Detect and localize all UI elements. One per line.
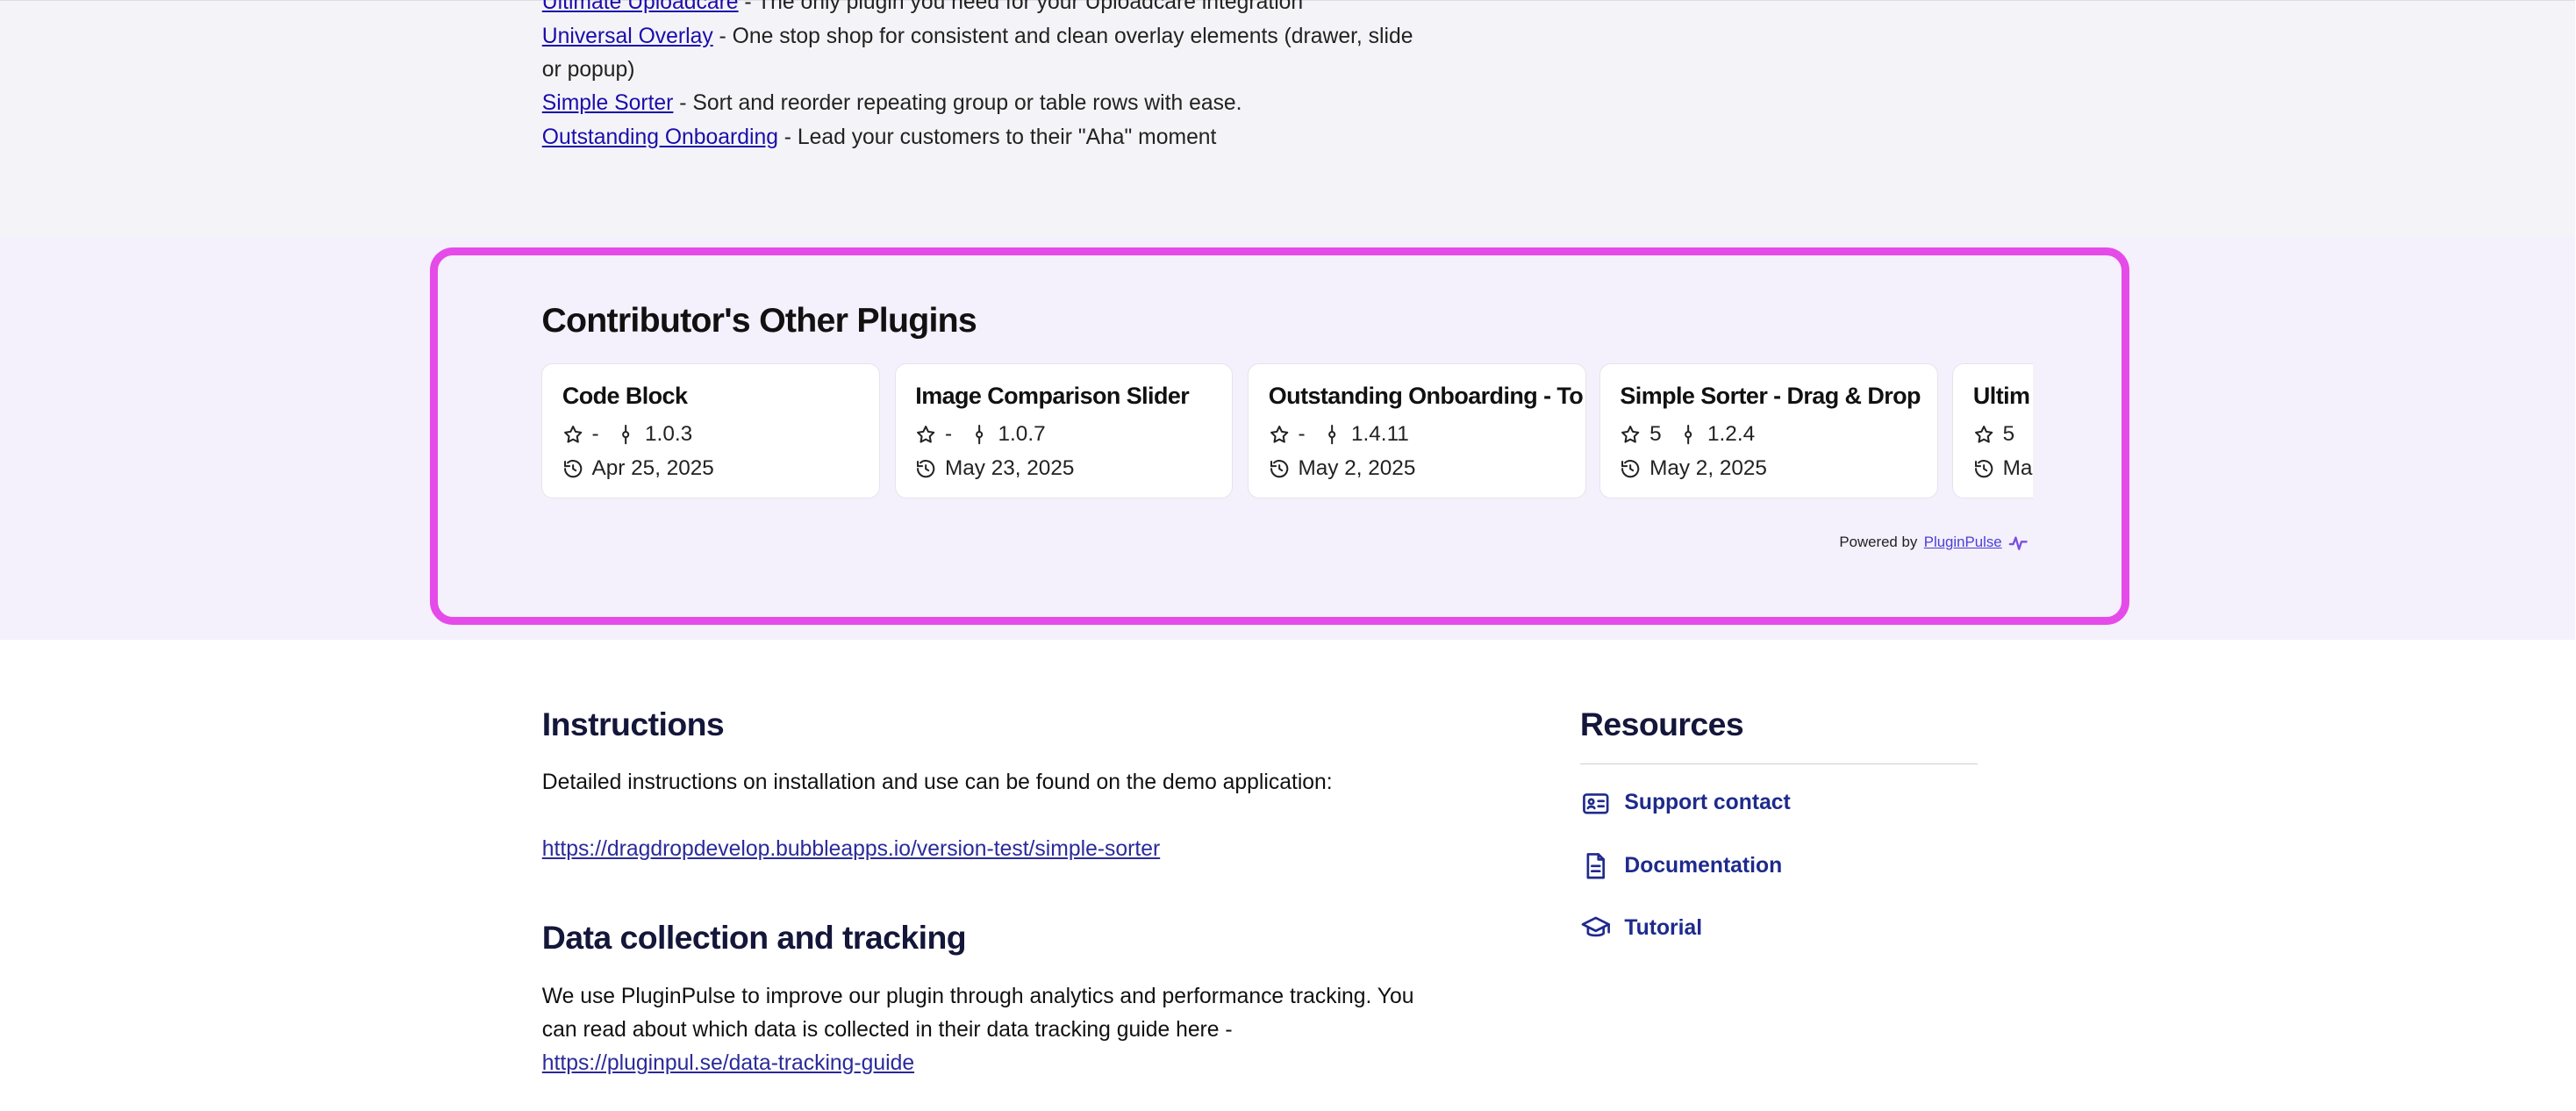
plugin-card-rating: 5 xyxy=(1649,421,1662,446)
plugin-link-outstanding-onboarding[interactable]: Outstanding Onboarding xyxy=(542,125,778,149)
details-section: Instructions Detailed instructions on in… xyxy=(0,640,2576,1111)
documentation-label: Documentation xyxy=(1624,853,1783,878)
plugin-desc: - Lead your customers to their "Aha" mom… xyxy=(777,125,1217,149)
main-content: Instructions Detailed instructions on in… xyxy=(542,706,1437,1081)
plugin-card-stats: - 1.0.7 xyxy=(915,417,1213,451)
version-icon xyxy=(975,424,984,445)
plugin-link-simple-sorter[interactable]: Simple Sorter xyxy=(542,91,674,115)
plugin-card-updated: Apr 25, 2025 xyxy=(562,452,860,486)
document-icon xyxy=(1586,852,1605,879)
plugin-list-item: Universal Overlay - One stop shop for co… xyxy=(542,20,1429,88)
star-icon xyxy=(1621,425,1640,443)
powered-by: Powered by PluginPulse xyxy=(1839,533,2028,552)
star-icon xyxy=(1974,425,1993,443)
resources-panel: Resources Support contact Documentation … xyxy=(1579,706,1978,959)
plugin-card[interactable]: Code Block - 1.0.3 Apr 25, 2025 xyxy=(541,363,880,498)
plugin-link-universal-overlay[interactable]: Universal Overlay xyxy=(542,25,713,48)
plugin-card[interactable]: Outstanding Onboarding - To - 1.4.11 May… xyxy=(1248,363,1586,498)
other-plugins-title: Contributor's Other Plugins xyxy=(541,301,977,340)
other-plugins-section: Contributor's Other Plugins Code Block -… xyxy=(0,235,2576,641)
history-icon xyxy=(1270,460,1289,478)
plugin-card-rating: 5 xyxy=(2002,421,2015,446)
plugin-card-date: Ma xyxy=(2002,456,2033,481)
version-icon xyxy=(622,424,630,445)
plugin-card-updated: May 2, 2025 xyxy=(1269,452,1566,486)
plugin-desc: - Sort and reorder repeating group or ta… xyxy=(673,91,1242,116)
history-icon xyxy=(1621,460,1640,478)
plugin-card-date: Apr 25, 2025 xyxy=(591,456,714,481)
history-icon xyxy=(1974,460,1993,478)
plugin-card-version: 1.4.11 xyxy=(1350,421,1409,446)
support-contact-label: Support contact xyxy=(1624,791,1791,815)
plugin-card[interactable]: Simple Sorter - Drag & Drop 5 1.2.4 May … xyxy=(1599,363,1938,498)
plugin-card[interactable]: Image Comparison Slider - 1.0.7 May 23, … xyxy=(894,363,1234,498)
plugin-card-rating: - xyxy=(591,421,599,446)
resources-heading: Resources xyxy=(1579,706,1978,764)
version-icon xyxy=(1685,424,1692,445)
plugin-list-section: Ultimate Uploadcare - The only plugin yo… xyxy=(0,0,2576,236)
plugin-card-updated: May 2, 2025 xyxy=(1620,452,1917,486)
plugin-card-date: May 23, 2025 xyxy=(944,456,1075,481)
plugin-card-date: May 2, 2025 xyxy=(1649,456,1767,481)
plugin-link-ultimate-uploadcare[interactable]: Ultimate Uploadcare xyxy=(542,0,739,14)
plugin-card-version: 1.2.4 xyxy=(1707,421,1756,446)
plugin-card-stats: 5 xyxy=(1973,417,2033,451)
plugin-list-item: Simple Sorter - Sort and reorder repeati… xyxy=(542,87,1429,120)
plugin-list: Ultimate Uploadcare - The only plugin yo… xyxy=(542,0,1429,154)
plugin-card-name: Code Block xyxy=(562,382,688,409)
version-icon xyxy=(1328,424,1336,445)
graduation-cap-icon xyxy=(1581,916,1610,937)
demo-app-link[interactable]: https://dragdropdevelop.bubbleapps.io/ve… xyxy=(542,837,1160,861)
plugin-card-version: 1.0.3 xyxy=(645,421,693,446)
plugin-list-item: Outstanding Onboarding - Lead your custo… xyxy=(542,121,1429,154)
other-plugins-widget: Contributor's Other Plugins Code Block -… xyxy=(430,247,2130,625)
pulse-icon xyxy=(2008,536,2028,551)
history-icon xyxy=(563,460,583,478)
plugin-card-name: Outstanding Onboarding - To xyxy=(1268,382,1584,409)
plugin-card-rating: - xyxy=(1298,421,1306,446)
data-collection-text: We use PluginPulse to improve our plugin… xyxy=(542,980,1437,1081)
data-collection-heading: Data collection and tracking xyxy=(541,919,967,957)
contact-card-icon xyxy=(1582,792,1609,814)
plugin-card-name: Ultim xyxy=(1972,382,2030,409)
support-contact-link[interactable]: Support contact xyxy=(1580,772,1978,835)
pluginpulse-link[interactable]: PluginPulse xyxy=(1924,534,2002,551)
tutorial-link[interactable]: Tutorial xyxy=(1580,897,1978,959)
plugin-card-stats: 5 1.2.4 xyxy=(1620,417,1917,451)
plugin-card-name: Image Comparison Slider xyxy=(915,382,1190,409)
plugin-card-name: Simple Sorter - Drag & Drop xyxy=(1620,382,1921,409)
plugin-cards-carousel[interactable]: Code Block - 1.0.3 Apr 25, 2025 Image Co… xyxy=(541,363,2034,505)
instructions-heading: Instructions xyxy=(541,706,725,743)
documentation-link[interactable]: Documentation xyxy=(1580,835,1978,897)
plugin-card-stats: - 1.4.11 xyxy=(1269,417,1566,451)
powered-by-label: Powered by xyxy=(1839,534,1918,551)
star-icon xyxy=(1270,425,1289,443)
plugin-card-rating: - xyxy=(944,421,953,446)
star-icon xyxy=(917,425,935,443)
plugin-card-updated: May 23, 2025 xyxy=(915,452,1213,486)
tutorial-label: Tutorial xyxy=(1624,915,1703,940)
history-icon xyxy=(917,460,935,478)
star-icon xyxy=(563,425,583,443)
data-collection-body: We use PluginPulse to improve our plugin… xyxy=(541,984,1414,1042)
plugin-card-stats: - 1.0.3 xyxy=(562,417,860,451)
plugin-card[interactable]: Ultim 5 Ma xyxy=(1952,363,2034,498)
plugin-card-date: May 2, 2025 xyxy=(1298,456,1416,481)
plugin-desc: - The only plugin you need for your Uplo… xyxy=(738,0,1304,15)
plugin-card-version: 1.0.7 xyxy=(998,421,1046,446)
plugin-card-updated: Ma xyxy=(1973,452,2033,486)
plugin-list-item: Ultimate Uploadcare - The only plugin yo… xyxy=(542,0,1429,20)
instructions-text: Detailed instructions on installation an… xyxy=(541,771,1333,795)
data-tracking-guide-link[interactable]: https://pluginpul.se/data-tracking-guide xyxy=(542,1051,914,1075)
